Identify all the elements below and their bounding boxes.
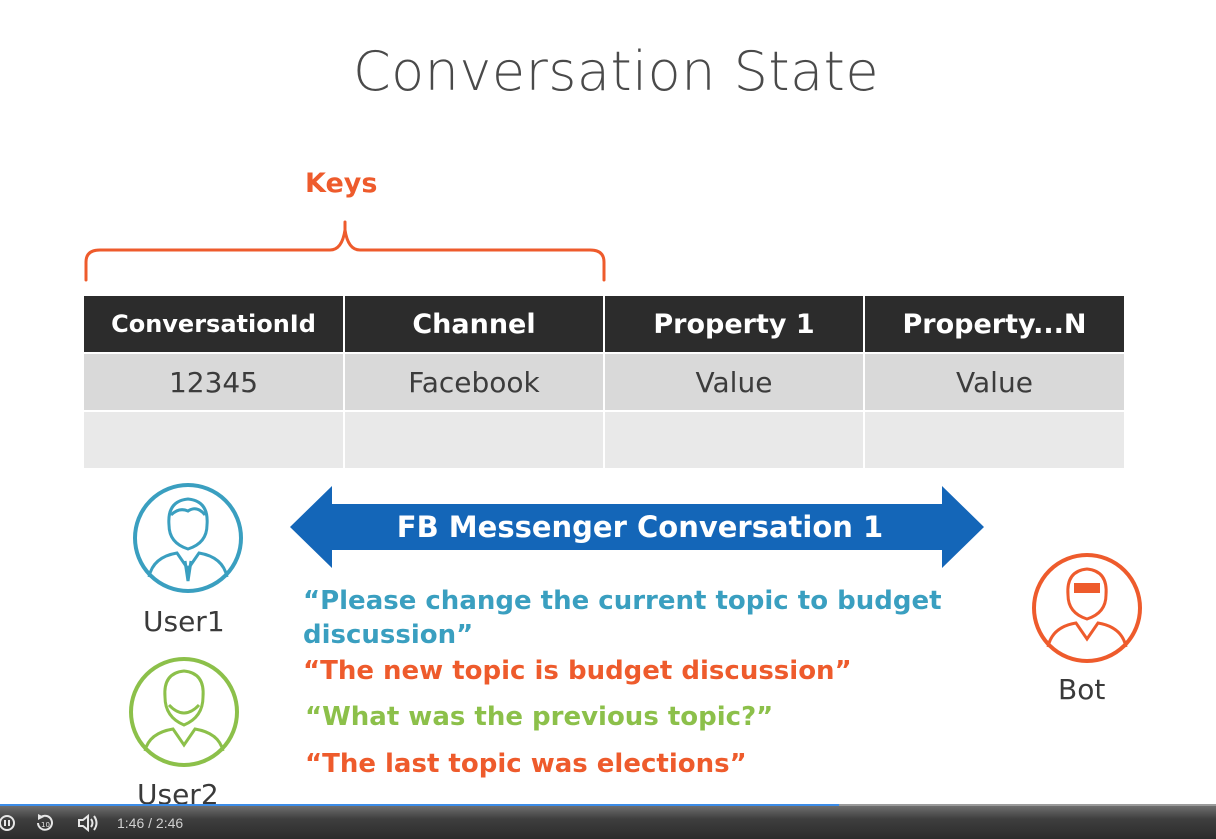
header-channel: Channel xyxy=(343,296,604,353)
slide: Conversation State Keys ConversationId C… xyxy=(0,0,1216,811)
cell-channel: Facebook xyxy=(343,352,604,411)
time-display: 1:46 / 2:46 xyxy=(117,815,184,831)
message-1: “Please change the current topic to budg… xyxy=(303,586,942,650)
message-3: “What was the previous topic?” xyxy=(305,702,774,732)
table-row: 12345 Facebook Value Value xyxy=(84,352,1124,411)
message-2: “The new topic is budget discussion” xyxy=(303,656,852,686)
conversation-state-table: ConversationId Channel Property 1 Proper… xyxy=(84,296,1124,468)
bot-label: Bot xyxy=(1058,673,1106,706)
table-row xyxy=(84,410,1124,468)
cell-empty xyxy=(863,410,1124,468)
arrow-label: FB Messenger Conversation 1 xyxy=(396,510,884,544)
slide-title: Conversation State xyxy=(352,40,880,103)
cell-conversationid: 12345 xyxy=(84,352,344,411)
table-header-row: ConversationId Channel Property 1 Proper… xyxy=(84,296,1124,353)
header-property-1: Property 1 xyxy=(603,296,864,353)
keys-label: Keys xyxy=(305,168,378,199)
cell-property-1: Value xyxy=(603,352,864,411)
cell-empty xyxy=(84,410,344,468)
header-property-n: Property...N xyxy=(863,296,1124,353)
bot-avatar-icon xyxy=(1032,553,1142,663)
svg-text:10: 10 xyxy=(41,821,50,829)
play-pause-icon[interactable] xyxy=(0,814,16,832)
cell-property-n: Value xyxy=(863,352,1124,411)
keys-brace xyxy=(84,220,606,282)
cell-empty xyxy=(603,410,864,468)
user2-avatar-icon xyxy=(129,657,239,767)
rewind-10-icon[interactable]: 10 xyxy=(34,813,56,833)
user1-label: User1 xyxy=(143,605,225,638)
volume-icon[interactable] xyxy=(77,814,101,832)
cell-empty xyxy=(343,410,604,468)
user1-avatar-icon xyxy=(133,483,243,593)
message-4: “The last topic was elections” xyxy=(305,749,747,779)
header-conversationid: ConversationId xyxy=(84,296,344,353)
